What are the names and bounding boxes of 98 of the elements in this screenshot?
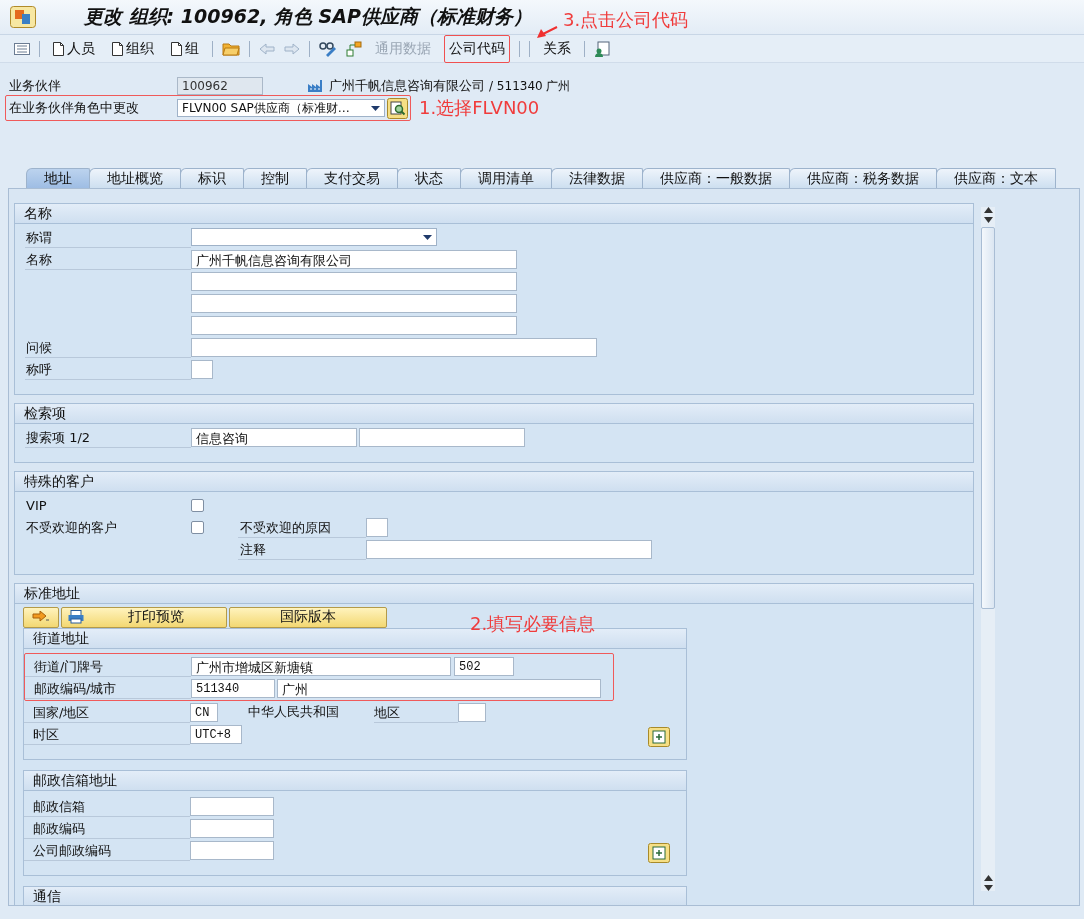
field-label: 名称 [25, 248, 191, 270]
role-dropdown[interactable]: FLVN00 SAP供应商（标准财… [177, 99, 385, 117]
checkbox[interactable] [191, 498, 204, 512]
transfer-button[interactable] [23, 606, 59, 628]
expand-icon[interactable] [648, 843, 670, 863]
annotation-text: 1.选择FLVN00 [419, 96, 540, 120]
po-box-field[interactable] [190, 796, 274, 816]
name-field[interactable]: 广州千帆信息咨询有限公司 [191, 249, 517, 269]
salutation-field[interactable] [191, 359, 213, 379]
postal-code-field[interactable]: 511340 [191, 678, 275, 698]
tab[interactable]: 状态 [397, 168, 461, 188]
field-label: 问候 [25, 336, 191, 358]
field-label: 搜索项 1/2 [25, 426, 191, 448]
person-card-icon[interactable] [594, 40, 610, 57]
tab[interactable]: 供应商：一般数据 [642, 168, 790, 188]
name-field[interactable] [191, 271, 517, 291]
partner-number-field: 100962 [177, 77, 263, 95]
section-header: 邮政信箱地址 [24, 770, 686, 791]
field-label: 国家/地区 [24, 701, 190, 723]
caret-icon [423, 234, 432, 240]
tab[interactable]: 地址 [26, 168, 90, 188]
field-label: 不受欢迎的客户 [25, 518, 118, 537]
annotation-arrow [536, 25, 558, 39]
tab[interactable]: 标识 [180, 168, 244, 188]
greeting-field[interactable] [191, 337, 597, 357]
find-button-icon[interactable] [387, 97, 408, 119]
section-header: 标准地址 [15, 583, 973, 604]
tab[interactable]: 地址概览 [89, 168, 181, 188]
postal-code-field[interactable] [190, 818, 274, 838]
scroll-down-icon[interactable] [983, 885, 993, 891]
scroll-up-icon[interactable] [983, 207, 993, 213]
printer-icon [68, 610, 84, 624]
field-label: 公司邮政编码 [24, 839, 190, 861]
scroll-down-icon[interactable] [983, 217, 993, 223]
field-label: 业务伙伴 [8, 77, 62, 95]
timezone-field[interactable]: UTC+8 [190, 724, 242, 744]
field-label: 邮政信箱 [24, 795, 190, 817]
hierarchy-icon[interactable] [346, 40, 362, 57]
city-field[interactable]: 广州 [277, 678, 601, 698]
field-label: VIP [25, 496, 48, 515]
app-icon[interactable] [10, 6, 36, 28]
scrollbar[interactable] [981, 207, 995, 891]
toolbar-button[interactable]: 组织 [108, 36, 158, 61]
list-icon[interactable] [14, 42, 30, 55]
tab[interactable]: 调用清单 [460, 168, 552, 188]
name-field[interactable] [191, 315, 517, 335]
checkbox[interactable] [191, 520, 204, 534]
field-label: 称呼 [25, 358, 191, 380]
partner-address: / 511340 广州 [489, 77, 571, 95]
section-header: 名称 [15, 203, 973, 224]
comment-field[interactable] [366, 539, 652, 559]
document-icon [112, 41, 123, 56]
field-label: 邮政编码/城市 [25, 677, 191, 699]
search-term-field[interactable]: 信息咨询 [191, 427, 357, 447]
toolbar-button[interactable]: 公司代码 [444, 34, 510, 63]
expand-icon[interactable] [648, 727, 670, 747]
toolbar-button[interactable]: 人员 [49, 36, 99, 61]
toolbar-button[interactable]: 关系 [539, 36, 575, 61]
section-header: 通信 [24, 886, 686, 905]
factory-icon [307, 79, 323, 93]
glasses-pencil-icon[interactable] [319, 40, 337, 57]
tab[interactable]: 法律数据 [551, 168, 643, 188]
tab[interactable]: 支付交易 [306, 168, 398, 188]
international-version-button[interactable]: 国际版本 [229, 606, 387, 628]
caret-icon [371, 105, 380, 111]
reason-field[interactable] [366, 517, 388, 537]
section-header: 检索项 [15, 403, 973, 424]
street-field[interactable]: 广州市增城区新塘镇 [191, 656, 451, 676]
scroll-up-icon[interactable] [983, 875, 993, 881]
folder-icon[interactable] [222, 41, 240, 56]
section-header: 特殊的客户 [15, 471, 973, 492]
tab[interactable]: 控制 [243, 168, 307, 188]
company-postal-code-field[interactable] [190, 840, 274, 860]
field-label: 时区 [24, 723, 190, 745]
document-icon [171, 41, 182, 56]
forward-arrow-icon[interactable] [284, 42, 300, 55]
tab[interactable]: 供应商：文本 [936, 168, 1056, 188]
field-label: 街道/门牌号 [25, 655, 191, 677]
tab[interactable]: 供应商：税务数据 [789, 168, 937, 188]
window-title: 更改 组织: 100962, 角色 SAP供应商（标准财务） [84, 4, 532, 29]
house-number-field[interactable]: 502 [454, 656, 514, 676]
scroll-thumb[interactable] [981, 227, 995, 609]
field-label: 在业务伙伴角色中更改 [8, 99, 140, 117]
search-term-field[interactable] [359, 427, 525, 447]
annotation-text: 3.点击公司代码 [563, 8, 689, 32]
country-name: 中华人民共和国 [248, 703, 340, 721]
back-arrow-icon[interactable] [259, 42, 275, 55]
arrow-icon [32, 611, 50, 623]
name-field[interactable] [191, 293, 517, 313]
title-dropdown[interactable] [191, 228, 437, 246]
partner-name: 广州千帆信息咨询有限公司 [329, 77, 485, 95]
document-icon [53, 41, 64, 56]
field-label: 邮政编码 [24, 817, 190, 839]
print-preview-button[interactable]: 打印预览 [61, 606, 227, 628]
country-field[interactable]: CN [190, 702, 218, 722]
region-field[interactable] [458, 702, 486, 722]
toolbar-button[interactable]: 组 [167, 36, 203, 61]
field-label: 称谓 [25, 226, 191, 248]
